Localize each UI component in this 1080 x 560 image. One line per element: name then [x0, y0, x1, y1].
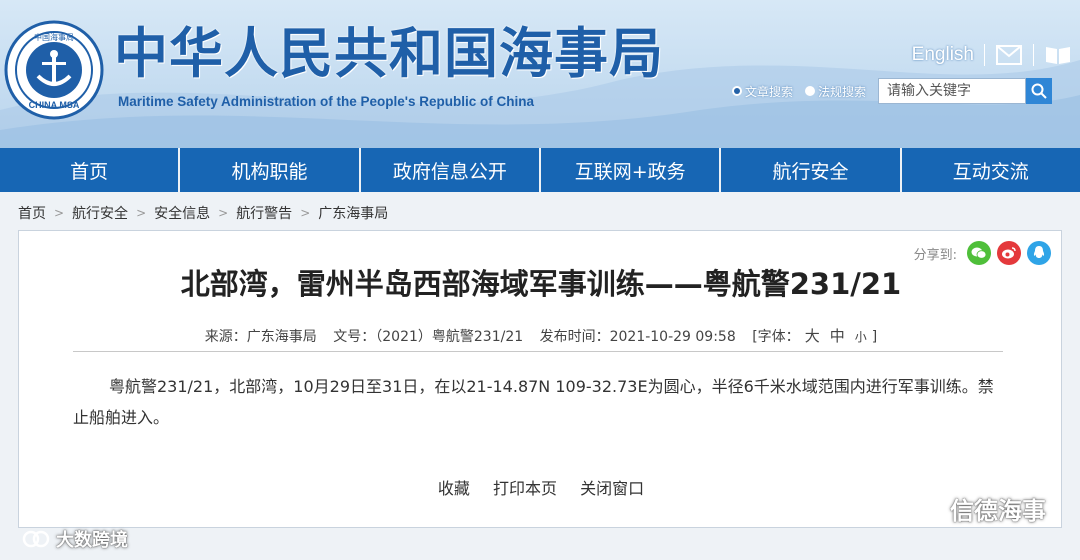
radio-unchecked-icon — [805, 86, 816, 96]
nav-item-nav-safety[interactable]: 航行安全 — [721, 148, 902, 192]
mail-icon[interactable] — [995, 43, 1023, 67]
chevron-right-icon: > — [218, 206, 229, 220]
search-area: 文章搜索 法规搜索 — [732, 78, 1053, 104]
nav-item-home[interactable]: 首页 — [0, 148, 181, 192]
breadcrumb-item[interactable]: 安全信息 — [154, 203, 210, 223]
close-window-button[interactable]: 关闭窗口 — [580, 479, 644, 498]
chevron-right-icon: > — [136, 206, 147, 220]
font-size-medium-button[interactable]: 中 — [830, 327, 845, 345]
watermark-left-text: 大数跨境 — [56, 530, 128, 551]
watermark-right-text: 信德海事 — [950, 497, 1046, 525]
nav-item-internet-gov[interactable]: 互联网+政务 — [541, 148, 722, 192]
article-meta: 来源：广东海事局 文号：（2021）粤航警231/21 发布时间：2021-10… — [19, 325, 1063, 346]
article-panel: 分享到: 北部湾，雷州半岛西部海域军事训练——粤航警231/21 来源：广东海事… — [18, 230, 1062, 528]
watermark-right: 信德海事 — [910, 491, 1046, 526]
breadcrumb-item[interactable]: 航行警告 — [236, 203, 292, 223]
nav-item-gov-info[interactable]: 政府信息公开 — [361, 148, 541, 192]
font-size-label: [字体： — [752, 329, 800, 345]
search-option-article-label: 文章搜索 — [745, 84, 794, 99]
font-size-bracket: ] — [871, 329, 878, 345]
site-title-cn: 中华人民共和国海事局 — [114, 22, 664, 85]
book-icon[interactable] — [1044, 43, 1072, 67]
top-links: English — [912, 42, 1072, 68]
search-option-article[interactable]: 文章搜索 — [732, 83, 793, 100]
site-header: 中国海事局 CHINA MSA 中华人民共和国海事局 Maritime Safe… — [0, 0, 1080, 148]
breadcrumb: 首页 > 航行安全 > 安全信息 > 航行警告 > 广东海事局 — [18, 202, 388, 224]
wechat-watermark-icon — [911, 496, 942, 520]
watermark-logo-icon — [22, 530, 50, 548]
font-size-small-button[interactable]: 小 — [855, 330, 867, 344]
divider — [1033, 44, 1034, 66]
search-button[interactable] — [1026, 78, 1053, 104]
search-input[interactable] — [878, 78, 1027, 104]
nav-item-interaction[interactable]: 互动交流 — [902, 148, 1080, 192]
meta-doc-number: 文号：（2021）粤航警231/21 — [333, 329, 524, 345]
search-option-law-label: 法规搜索 — [818, 84, 867, 99]
search-icon — [1031, 83, 1047, 99]
breadcrumb-item[interactable]: 航行安全 — [72, 203, 128, 223]
site-title-en: Maritime Safety Administration of the Pe… — [118, 94, 535, 109]
print-button[interactable]: 打印本页 — [493, 479, 557, 498]
font-size-large-button[interactable]: 大 — [805, 327, 820, 345]
search-option-law[interactable]: 法规搜索 — [805, 83, 866, 100]
breadcrumb-item[interactable]: 广东海事局 — [318, 203, 388, 223]
meta-source: 来源：广东海事局 — [204, 329, 317, 345]
breadcrumb-item[interactable]: 首页 — [18, 203, 46, 223]
divider — [984, 44, 985, 66]
logo-text-top: 中国海事局 — [34, 32, 74, 42]
article-body: 粤航警231/21，北部湾，10月29日至31日，在以21-14.87N 109… — [73, 377, 994, 427]
article-title: 北部湾，雷州半岛西部海域军事训练——粤航警231/21 — [180, 267, 902, 301]
article-actions: 收藏 打印本页 关闭窗口 — [19, 475, 1063, 499]
msa-logo-icon[interactable]: 中国海事局 CHINA MSA — [4, 20, 104, 120]
english-link[interactable]: English — [912, 44, 974, 66]
share-label: 分享到: — [913, 247, 957, 263]
main-nav: 首页 机构职能 政府信息公开 互联网+政务 航行安全 互动交流 — [0, 148, 1080, 192]
nav-item-functions[interactable]: 机构职能 — [180, 148, 361, 192]
favorite-button[interactable]: 收藏 — [438, 479, 470, 498]
watermark-left: 大数跨境 — [22, 526, 128, 552]
meta-publish-time: 发布时间：2021-10-29 09:58 — [539, 329, 736, 345]
radio-checked-icon — [732, 86, 742, 96]
divider — [73, 351, 1003, 352]
chevron-right-icon: > — [54, 206, 65, 220]
chevron-right-icon: > — [300, 206, 311, 220]
logo-text-bottom: CHINA MSA — [29, 100, 80, 110]
